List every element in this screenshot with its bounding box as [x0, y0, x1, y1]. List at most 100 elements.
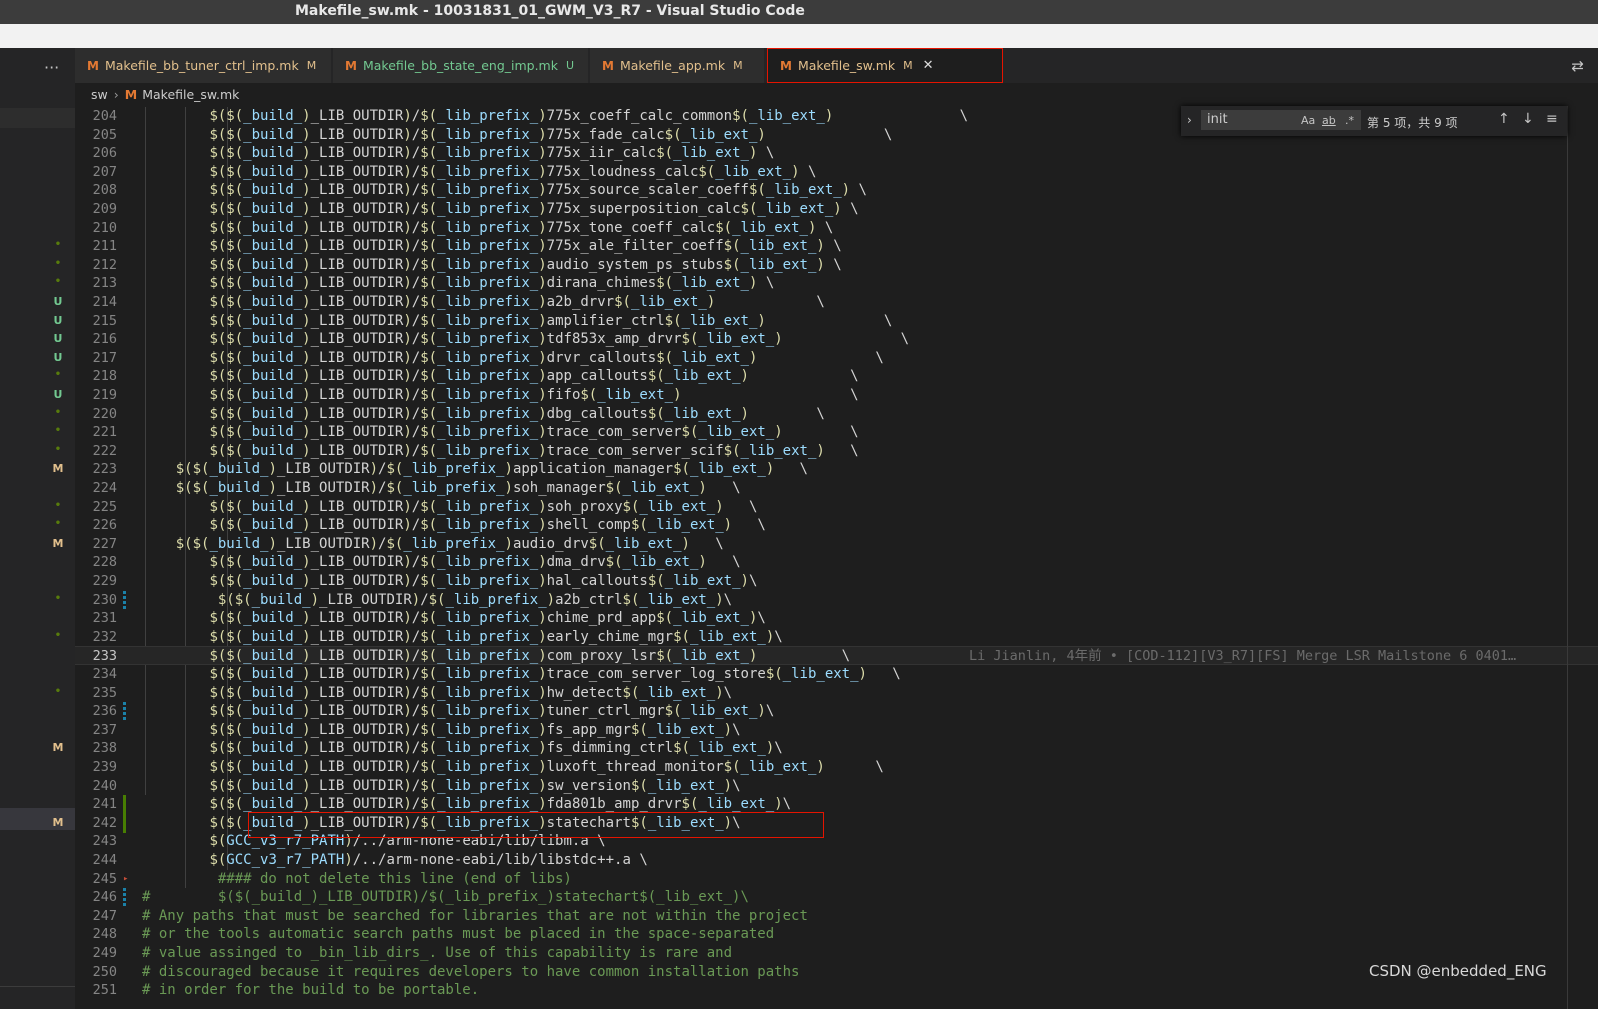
code-line[interactable]: 211 $($(_build_)_LIB_OUTDIR)/$(_lib_pref… — [75, 237, 1598, 256]
code-line[interactable]: 223 $($(_build_)_LIB_OUTDIR)/$(_lib_pref… — [75, 460, 1598, 479]
code-line[interactable]: 251 # in order for the build to be portab… — [75, 981, 1598, 1000]
menu-bar — [0, 24, 1598, 48]
gutter-change-marker[interactable] — [123, 702, 126, 722]
tab-makefile-app[interactable]: M Makefile_app.mk M — [590, 48, 765, 83]
tab-makefile-sw[interactable]: M Makefile_sw.mk M ✕ — [767, 48, 1003, 83]
code-line[interactable]: 224 $($(_build_)_LIB_OUTDIR)/$(_lib_pref… — [75, 479, 1598, 498]
code-line[interactable]: 221 $($(_build_)_LIB_OUTDIR)/$(_lib_pref… — [75, 423, 1598, 442]
code-text: # or the tools automatic search paths mu… — [142, 926, 775, 943]
tab-label: Makefile_app.mk — [619, 58, 726, 73]
line-number: 244 — [92, 852, 117, 868]
close-icon[interactable]: ✕ — [923, 58, 934, 73]
code-line[interactable]: 241 $($(_build_)_LIB_OUTDIR)/$(_lib_pref… — [75, 795, 1598, 815]
code-line[interactable]: 245 #### do not delete this line (end of… — [75, 870, 1598, 889]
code-line[interactable]: 218 $($(_build_)_LIB_OUTDIR)/$(_lib_pref… — [75, 367, 1598, 386]
code-line[interactable]: 222 $($(_build_)_LIB_OUTDIR)/$(_lib_pref… — [75, 442, 1598, 461]
line-number: 209 — [92, 201, 117, 217]
git-blame-annotation: Li Jianlin, 4年前 • [COD-112][V3_R7][FS] M… — [969, 648, 1517, 665]
line-number: 233 — [92, 648, 117, 665]
line-number: 239 — [92, 759, 117, 775]
tab-label: Makefile_bb_tuner_ctrl_imp.mk — [104, 58, 299, 73]
code-line[interactable]: 228 $($(_build_)_LIB_OUTDIR)/$(_lib_pref… — [75, 553, 1598, 572]
code-text: $($(_build_)_LIB_OUTDIR)/$(_lib_prefix_)… — [209, 759, 884, 775]
code-text: $($(_build_)_LIB_OUTDIR)/$(_lib_prefix_)… — [209, 238, 842, 255]
code-text: # value assinged to _bin_lib_dirs_. Use … — [142, 945, 733, 961]
code-editor[interactable]: 204 $($(_build_)_LIB_OUTDIR)/$(_lib_pref… — [75, 106, 1598, 1009]
code-line[interactable]: 242 $($(_build_)_LIB_OUTDIR)/$(_lib_pref… — [75, 813, 1598, 833]
code-line[interactable]: 210 $($(_build_)_LIB_OUTDIR)/$(_lib_pref… — [75, 219, 1598, 238]
tab-makefile-bb-tuner-ctrl-imp[interactable]: M Makefile_bb_tuner_ctrl_imp.mk M — [75, 48, 332, 83]
code-text: $($(_build_)_LIB_OUTDIR)/$(_lib_prefix_)… — [209, 721, 741, 738]
code-line[interactable]: 215 $($(_build_)_LIB_OUTDIR)/$(_lib_pref… — [75, 312, 1598, 331]
chevron-right-icon: › — [113, 86, 119, 102]
code-line[interactable]: 229 $($(_build_)_LIB_OUTDIR)/$(_lib_pref… — [75, 572, 1598, 591]
line-number: 245 — [92, 870, 117, 887]
more-actions-icon[interactable]: ··· — [44, 58, 59, 77]
code-line[interactable]: 208 $($(_build_)_LIB_OUTDIR)/$(_lib_pref… — [75, 181, 1598, 200]
gutter-added-marker[interactable] — [123, 813, 126, 833]
gutter-change-marker[interactable] — [123, 590, 126, 610]
line-number: 250 — [92, 963, 117, 980]
code-line[interactable]: 226 $($(_build_)_LIB_OUTDIR)/$(_lib_pref… — [75, 516, 1598, 535]
code-line[interactable]: 238 $($(_build_)_LIB_OUTDIR)/$(_lib_pref… — [75, 739, 1598, 758]
code-text: $($(_build_)_LIB_OUTDIR)/$(_lib_prefix_)… — [209, 554, 741, 571]
code-line[interactable]: 219 $($(_build_)_LIB_OUTDIR)/$(_lib_pref… — [75, 386, 1598, 405]
code-line[interactable]: 244 $(GCC_v3_r7_PATH)/../arm-none-eabi/l… — [75, 851, 1598, 870]
code-line[interactable]: 227 $($(_build_)_LIB_OUTDIR)/$(_lib_pref… — [75, 535, 1598, 554]
code-line[interactable]: 240 $($(_build_)_LIB_OUTDIR)/$(_lib_pref… — [75, 777, 1598, 796]
code-line[interactable]: 207 $($(_build_)_LIB_OUTDIR)/$(_lib_pref… — [75, 163, 1598, 182]
scrollbar[interactable] — [1567, 106, 1568, 1009]
next-match-icon[interactable]: ↓ — [1522, 111, 1534, 127]
code-line[interactable]: 230 $($(_build_)_LIB_OUTDIR)/$(_lib_pref… — [75, 590, 1598, 610]
code-line[interactable]: 232 $($(_build_)_LIB_OUTDIR)/$(_lib_pref… — [75, 628, 1598, 647]
breadcrumb-folder[interactable]: sw — [91, 87, 108, 102]
line-number: 236 — [92, 703, 117, 720]
makefile-icon: M — [124, 86, 138, 102]
code-line[interactable]: 237 $($(_build_)_LIB_OUTDIR)/$(_lib_pref… — [75, 721, 1598, 740]
code-line[interactable]: 216 $($(_build_)_LIB_OUTDIR)/$(_lib_pref… — [75, 330, 1598, 349]
code-text: $($(_build_)_LIB_OUTDIR)/$(_lib_prefix_)… — [209, 387, 859, 403]
gutter-change-marker[interactable] — [123, 888, 126, 908]
line-number: 243 — [92, 833, 117, 850]
find-input[interactable]: init — [1201, 110, 1361, 130]
match-case-icon[interactable]: Aa — [1301, 114, 1315, 127]
code-line[interactable]: 235 $($(_build_)_LIB_OUTDIR)/$(_lib_pref… — [75, 684, 1598, 703]
match-whole-word-icon[interactable]: ab — [1322, 114, 1336, 127]
tab-makefile-bb-state-eng-imp[interactable]: M Makefile_bb_state_eng_imp.mk U — [333, 48, 589, 83]
code-line[interactable]: 220 $($(_build_)_LIB_OUTDIR)/$(_lib_pref… — [75, 405, 1598, 424]
code-line[interactable]: 212 $($(_build_)_LIB_OUTDIR)/$(_lib_pref… — [75, 256, 1598, 275]
code-line[interactable]: 247 # Any paths that must be searched for… — [75, 907, 1598, 926]
find-in-selection-icon[interactable]: ≡ — [1546, 111, 1558, 127]
code-line[interactable]: 246 # $($(_build_)_LIB_OUTDIR)/$(_lib_pre… — [75, 888, 1598, 908]
gutter-added-marker[interactable] — [123, 795, 126, 815]
line-number: 207 — [92, 163, 117, 180]
code-line[interactable]: 217 $($(_build_)_LIB_OUTDIR)/$(_lib_pref… — [75, 349, 1598, 368]
toggle-replace-icon[interactable]: › — [1187, 113, 1192, 127]
code-line[interactable]: 233 $($(_build_)_LIB_OUTDIR)/$(_lib_pref… — [75, 646, 1598, 666]
makefile-icon: M — [602, 58, 614, 73]
compare-changes-icon[interactable]: ⇄ — [1571, 57, 1584, 75]
code-line[interactable]: 243 $(GCC_v3_r7_PATH)/../arm-none-eabi/l… — [75, 832, 1598, 851]
code-line[interactable]: 213 $($(_build_)_LIB_OUTDIR)/$(_lib_pref… — [75, 274, 1598, 293]
breadcrumb-file[interactable]: Makefile_sw.mk — [142, 87, 239, 102]
code-text: $($(_build_)_LIB_OUTDIR)/$(_lib_prefix_)… — [209, 163, 817, 180]
code-line[interactable]: 249 # value assinged to _bin_lib_dirs_. U… — [75, 944, 1598, 963]
use-regex-icon[interactable]: .* — [1345, 114, 1354, 127]
gutter-deleted-marker[interactable]: ▸ — [123, 870, 128, 889]
code-line[interactable]: 248 # or the tools automatic search paths… — [75, 925, 1598, 944]
line-number: 246 — [92, 889, 117, 906]
code-line[interactable]: 225 $($(_build_)_LIB_OUTDIR)/$(_lib_pref… — [75, 498, 1598, 517]
code-line[interactable]: 206 $($(_build_)_LIB_OUTDIR)/$(_lib_pref… — [75, 144, 1598, 163]
code-line[interactable]: 214 $($(_build_)_LIB_OUTDIR)/$(_lib_pref… — [75, 293, 1598, 312]
code-line[interactable]: 239 $($(_build_)_LIB_OUTDIR)/$(_lib_pref… — [75, 758, 1598, 777]
code-line[interactable]: 231 $($(_build_)_LIB_OUTDIR)/$(_lib_pref… — [75, 609, 1598, 628]
code-line[interactable]: 234 $($(_build_)_LIB_OUTDIR)/$(_lib_pref… — [75, 665, 1598, 684]
code-line[interactable]: 236 $($(_build_)_LIB_OUTDIR)/$(_lib_pref… — [75, 702, 1598, 722]
code-line[interactable]: 209 $($(_build_)_LIB_OUTDIR)/$(_lib_pref… — [75, 200, 1598, 219]
code-text: $($(_build_)_LIB_OUTDIR)/$(_lib_prefix_)… — [209, 796, 792, 813]
code-text: $($(_build_)_LIB_OUTDIR)/$(_lib_prefix_)… — [209, 201, 859, 217]
previous-match-icon[interactable]: ↑ — [1498, 111, 1510, 127]
line-number: 212 — [92, 256, 117, 273]
window-title: Makefile_sw.mk - 10031831_01_GWM_V3_R7 -… — [295, 3, 805, 19]
scm-dot-icon: • — [54, 592, 62, 604]
